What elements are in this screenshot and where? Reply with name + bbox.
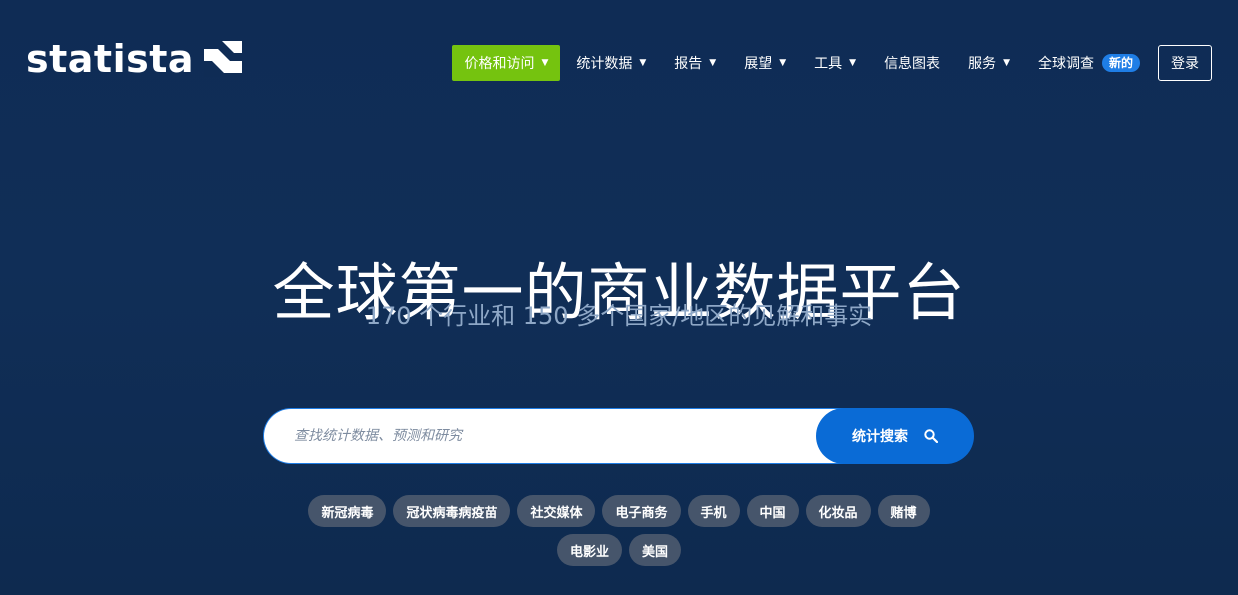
nav-outlook-label: 展望 (744, 56, 773, 72)
nav-services-label: 服务 (968, 56, 997, 72)
topic-tag[interactable]: 新冠病毒 (308, 495, 387, 527)
topic-tag[interactable]: 中国 (746, 495, 799, 527)
topic-tag[interactable]: 冠状病毒病疫苗 (393, 495, 511, 527)
new-badge: 新的 (1101, 54, 1140, 72)
topic-tag[interactable]: 电子商务 (602, 495, 681, 527)
nav-tools[interactable]: 工具 ▼ (800, 45, 870, 81)
nav-statistics[interactable]: 统计数据 ▼ (562, 45, 660, 81)
nav-global-survey[interactable]: 全球调查 新的 (1024, 45, 1154, 81)
nav-outlook[interactable]: 展望 ▼ (730, 45, 800, 81)
popular-topics: 新冠病毒 冠状病毒病疫苗 社交媒体 电子商务 手机 中国 化妆品 赌博 电影业 … (280, 495, 958, 566)
nav-reports[interactable]: 报告 ▼ (660, 45, 730, 81)
chevron-down-icon: ▼ (541, 57, 549, 68)
chevron-down-icon: ▼ (709, 57, 717, 68)
nav-reports-label: 报告 (674, 56, 703, 72)
topic-tag[interactable]: 电影业 (556, 534, 622, 566)
statista-logo[interactable]: statista (26, 37, 243, 81)
page-subtitle: 170 个行业和 150 多个国家/地区的见解和事实 (365, 302, 873, 330)
nav-pricing-access-label: 价格和访问 (464, 56, 535, 72)
topic-tag[interactable]: 美国 (629, 534, 682, 566)
search-button-label: 统计搜索 (852, 429, 908, 445)
topic-tag[interactable]: 化妆品 (805, 495, 871, 527)
nav-statistics-label: 统计数据 (576, 56, 633, 72)
nav-infographics-label: 信息图表 (884, 56, 941, 72)
chevron-down-icon: ▼ (849, 57, 857, 68)
chevron-down-icon: ▼ (1003, 57, 1010, 68)
statista-logo-icon (204, 41, 243, 77)
nav-tools-label: 工具 (814, 56, 843, 72)
statistics-search-button[interactable]: 统计搜索 (816, 408, 974, 464)
topic-tag[interactable]: 手机 (687, 495, 740, 527)
topic-tag[interactable]: 社交媒体 (517, 495, 596, 527)
search-input[interactable] (263, 408, 844, 464)
chevron-down-icon: ▼ (779, 57, 787, 68)
nav-pricing-access[interactable]: 价格和访问 ▼ (452, 45, 561, 81)
chevron-down-icon: ▼ (639, 57, 647, 68)
search-icon (924, 429, 938, 443)
topic-tag[interactable]: 赌博 (877, 495, 930, 527)
search-bar: 统计搜索 (263, 408, 974, 464)
nav-global-survey-label: 全球调查 (1037, 56, 1094, 72)
nav-services[interactable]: 服务 ▼ (954, 45, 1024, 81)
main-nav: 价格和访问 ▼ 统计数据 ▼ 报告 ▼ 展望 ▼ 工具 ▼ 信息图表 服务 ▼ … (452, 45, 1212, 81)
top-navigation-bar: statista 价格和访问 ▼ 统计数据 ▼ 报告 ▼ 展望 ▼ 工具 ▼ 信… (0, 0, 1238, 125)
logo-text: statista (26, 37, 195, 81)
nav-infographics[interactable]: 信息图表 (870, 45, 954, 81)
login-button[interactable]: 登录 (1158, 45, 1212, 81)
